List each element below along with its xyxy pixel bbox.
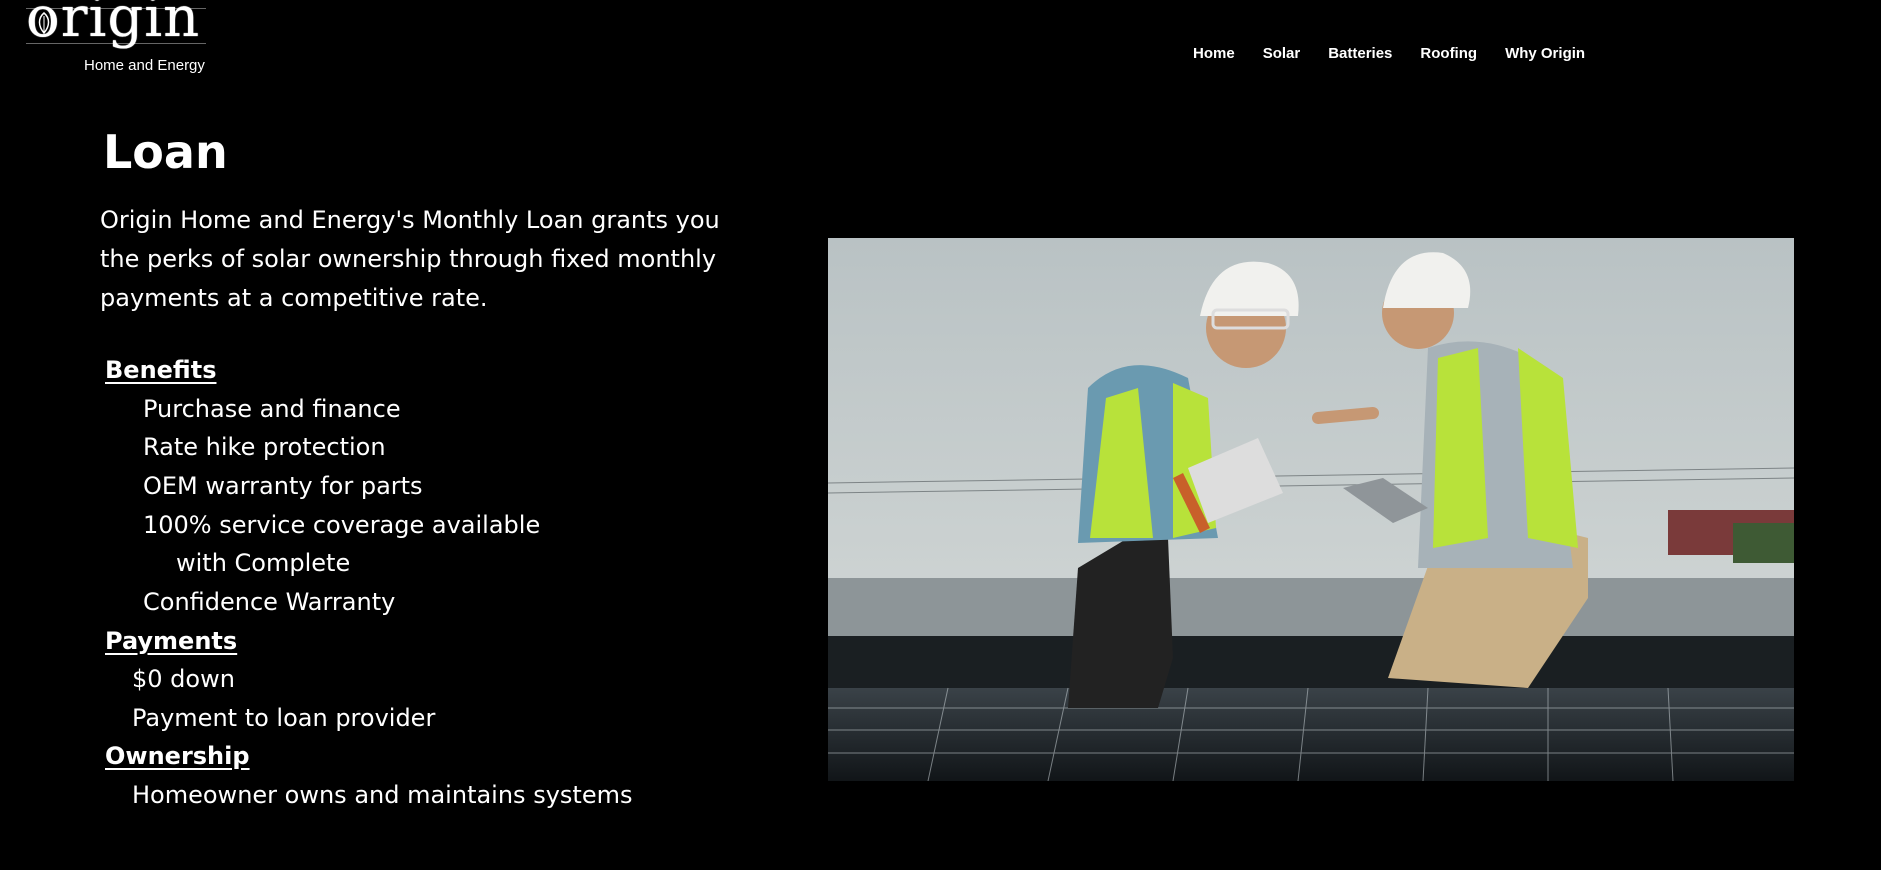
- payments-heading: Payments: [105, 627, 238, 655]
- nav-roofing[interactable]: Roofing: [1420, 44, 1477, 64]
- list-item: Homeowner owns and maintains systems: [132, 781, 633, 809]
- ownership-heading: Ownership: [105, 742, 250, 770]
- brand-logo[interactable]: origin Home and Energy: [26, 0, 210, 78]
- list-item: with Complete: [176, 549, 351, 577]
- nav-batteries[interactable]: Batteries: [1328, 44, 1392, 64]
- list-item: Payment to loan provider: [132, 704, 436, 732]
- list-item: 100% service coverage available: [143, 511, 541, 539]
- logo-wordmark: origin: [26, 0, 201, 50]
- nav-solar[interactable]: Solar: [1263, 44, 1301, 64]
- solar-workers-photo: [828, 238, 1794, 781]
- list-item: OEM warranty for parts: [143, 472, 423, 500]
- nav-home[interactable]: Home: [1193, 44, 1235, 64]
- list-item: Purchase and finance: [143, 395, 401, 423]
- list-item: Rate hike protection: [143, 433, 386, 461]
- nav-why-origin[interactable]: Why Origin: [1505, 44, 1585, 64]
- list-item: Confidence Warranty: [143, 588, 396, 616]
- list-item: $0 down: [132, 665, 235, 693]
- benefits-heading: Benefits: [105, 356, 217, 384]
- logo-tagline: Home and Energy: [84, 57, 205, 74]
- main-nav: Home Solar Batteries Roofing Why Origin: [1193, 44, 1613, 64]
- intro-paragraph: Origin Home and Energy's Monthly Loan gr…: [100, 206, 720, 312]
- page-title: Loan: [103, 125, 228, 179]
